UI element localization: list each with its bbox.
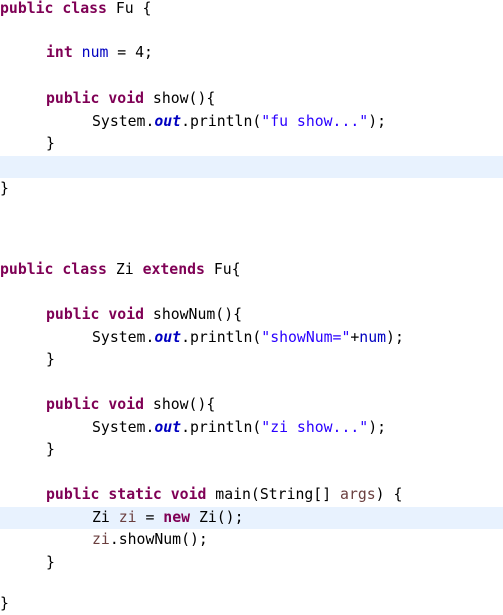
code-line[interactable]: public static void main(String[] args) { bbox=[0, 484, 503, 506]
code-token: class bbox=[62, 261, 107, 278]
code-line[interactable]: } bbox=[0, 552, 503, 574]
code-line[interactable]: public void show(){ bbox=[0, 88, 503, 110]
code-token: "fu show..." bbox=[261, 113, 369, 130]
code-token: class bbox=[62, 0, 107, 17]
code-token: } bbox=[46, 441, 55, 458]
code-editor[interactable]: public class Fu { int num = 4; public void… bbox=[0, 0, 503, 612]
code-token: public bbox=[0, 261, 54, 278]
code-token: void bbox=[170, 486, 207, 503]
code-text: zi.showNum(); bbox=[92, 529, 208, 551]
code-token: public bbox=[46, 306, 100, 323]
code-text: public class Fu { bbox=[0, 0, 151, 20]
code-token: Fu { bbox=[106, 0, 152, 17]
code-text: System.out.println("zi show..."); bbox=[92, 417, 386, 439]
code-line[interactable]: int num = 4; bbox=[0, 42, 503, 64]
code-token: showNum(){ bbox=[144, 306, 243, 323]
code-text: System.out.println("fu show..."); bbox=[92, 111, 386, 133]
code-token: show(){ bbox=[144, 396, 216, 413]
code-text: public static void main(String[] args) { bbox=[46, 484, 402, 506]
code-token: void bbox=[108, 306, 145, 323]
code-token: System. bbox=[92, 329, 155, 346]
code-text: } bbox=[0, 593, 9, 615]
code-text: Zi zi = new Zi(); bbox=[92, 507, 243, 529]
code-token: ); bbox=[386, 329, 404, 346]
code-token: static bbox=[108, 486, 162, 503]
code-token: out bbox=[154, 329, 182, 346]
code-line[interactable]: public void show(){ bbox=[0, 394, 503, 416]
code-token: show(){ bbox=[144, 90, 216, 107]
code-token: int bbox=[46, 44, 73, 61]
code-token: public bbox=[46, 486, 100, 503]
code-text: } bbox=[46, 552, 55, 574]
code-text: public void show(){ bbox=[46, 88, 215, 110]
code-token: "zi show..." bbox=[261, 419, 369, 436]
code-token: } bbox=[0, 180, 9, 197]
code-line[interactable]: zi.showNum(); bbox=[0, 529, 503, 551]
code-line[interactable]: System.out.println("showNum="+num); bbox=[0, 327, 503, 349]
code-text: public void show(){ bbox=[46, 394, 215, 416]
code-text: } bbox=[46, 133, 55, 155]
code-token: + bbox=[350, 329, 360, 346]
highlighted-code-line[interactable]: Zi zi = new Zi(); bbox=[0, 507, 503, 529]
code-text: } bbox=[0, 178, 9, 200]
code-token: Zi(); bbox=[190, 509, 244, 526]
code-token: ); bbox=[368, 419, 387, 436]
code-token: .println( bbox=[181, 419, 262, 436]
code-token: .println( bbox=[181, 329, 262, 346]
code-token: } bbox=[46, 351, 55, 368]
code-line[interactable]: } bbox=[0, 439, 503, 461]
code-text: int num = 4; bbox=[46, 42, 153, 64]
code-token: num bbox=[359, 329, 387, 346]
code-token: } bbox=[46, 135, 55, 152]
code-token: num bbox=[81, 44, 109, 61]
code-token: } bbox=[0, 595, 9, 612]
code-line[interactable]: public class Fu { bbox=[0, 0, 503, 20]
code-token: main(String[] bbox=[206, 486, 341, 503]
highlighted-code-line[interactable] bbox=[0, 156, 503, 178]
code-token: ) { bbox=[375, 486, 403, 503]
code-token: zi bbox=[118, 509, 137, 526]
code-token: void bbox=[108, 396, 145, 413]
code-token: Fu{ bbox=[204, 261, 241, 278]
code-token: new bbox=[163, 509, 191, 526]
code-line[interactable]: public class Zi extends Fu{ bbox=[0, 259, 503, 281]
code-token: } bbox=[46, 554, 55, 571]
code-line[interactable]: public void showNum(){ bbox=[0, 304, 503, 326]
code-line[interactable]: } bbox=[0, 178, 503, 200]
code-line[interactable]: } bbox=[0, 593, 503, 615]
code-token: public bbox=[46, 90, 100, 107]
code-token: .println( bbox=[181, 113, 262, 130]
code-text: } bbox=[46, 349, 55, 371]
code-text: public class Zi extends Fu{ bbox=[0, 259, 241, 281]
code-token: args bbox=[340, 486, 376, 503]
code-token: Zi bbox=[106, 261, 143, 278]
code-token: out bbox=[154, 419, 182, 436]
code-token: Zi bbox=[92, 509, 119, 526]
code-token: public bbox=[46, 396, 100, 413]
code-token: zi bbox=[92, 531, 110, 548]
code-token: "showNum=" bbox=[261, 329, 351, 346]
code-token: = bbox=[136, 509, 164, 526]
code-text: public void showNum(){ bbox=[46, 304, 242, 326]
code-text: } bbox=[46, 439, 55, 461]
code-token: out bbox=[154, 113, 182, 130]
code-token: System. bbox=[92, 113, 155, 130]
code-line[interactable]: System.out.println("zi show..."); bbox=[0, 417, 503, 439]
code-line[interactable]: } bbox=[0, 133, 503, 155]
code-token: ); bbox=[368, 113, 387, 130]
code-token: = 4; bbox=[108, 44, 153, 61]
code-token: public bbox=[0, 0, 54, 17]
code-token: System. bbox=[92, 419, 155, 436]
code-text: System.out.println("showNum="+num); bbox=[92, 327, 404, 349]
code-token: .showNum(); bbox=[109, 531, 208, 548]
code-line[interactable]: } bbox=[0, 349, 503, 371]
code-token: extends bbox=[142, 261, 205, 278]
code-token: void bbox=[108, 90, 145, 107]
code-line[interactable]: System.out.println("fu show..."); bbox=[0, 111, 503, 133]
